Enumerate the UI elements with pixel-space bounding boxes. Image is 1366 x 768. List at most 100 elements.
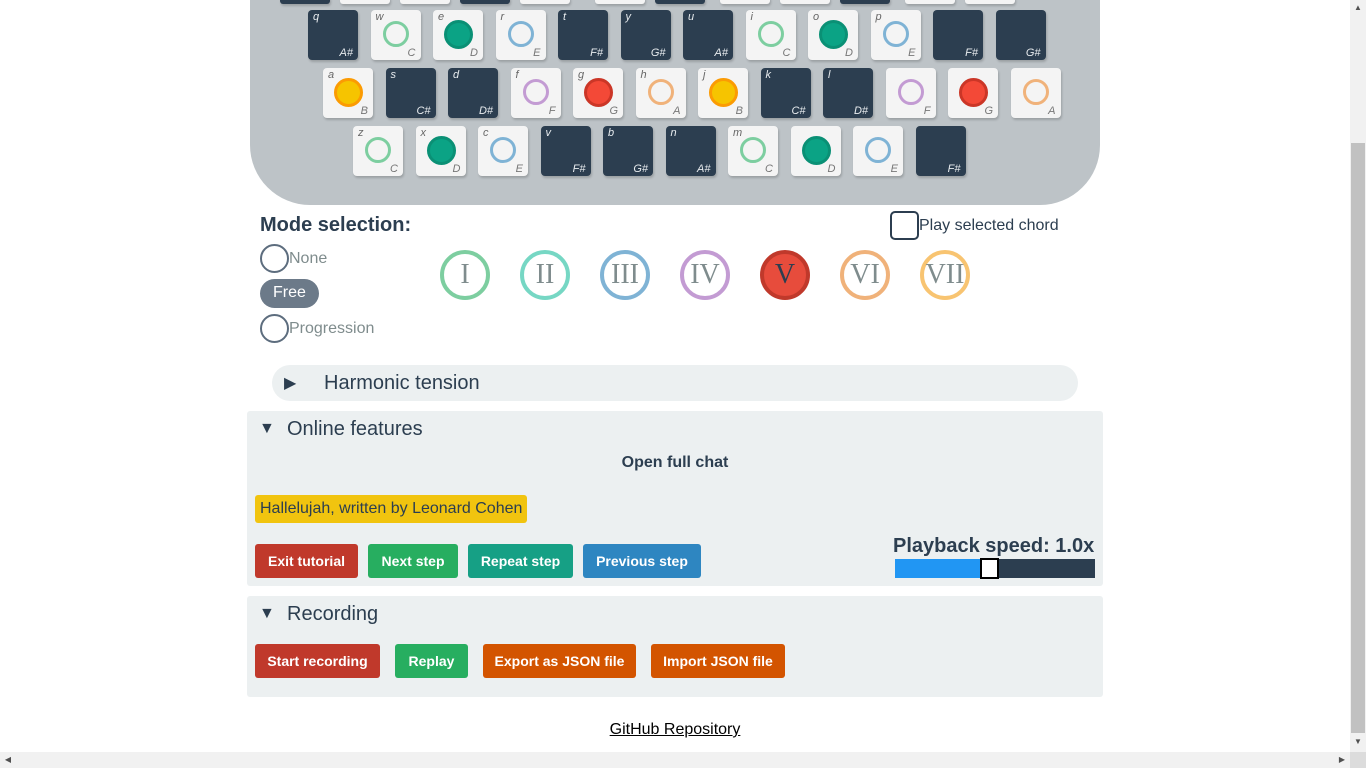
keyboard-key-partial[interactable] — [595, 0, 645, 4]
replay-button[interactable]: Replay — [395, 644, 468, 678]
scroll-right-arrow-icon[interactable]: ▶ — [1334, 752, 1350, 768]
keyboard-key[interactable]: F — [885, 68, 936, 118]
play-chord-checkbox[interactable] — [890, 211, 919, 240]
key-note: D# — [478, 105, 493, 117]
recording-toggle[interactable]: ▼ Recording — [247, 596, 378, 632]
song-badge[interactable]: Hallelujah, written by Leonard Cohen — [255, 495, 528, 523]
exit-tutorial-button[interactable]: Exit tutorial — [255, 544, 358, 578]
next-step-button[interactable]: Next step — [368, 544, 458, 578]
key-letter: m — [733, 127, 743, 139]
keyboard-key-partial[interactable] — [840, 0, 890, 4]
chord-note-dot-icon — [444, 20, 473, 49]
keyboard-key-partial[interactable] — [655, 0, 705, 4]
keyboard-key[interactable]: G — [948, 68, 998, 118]
horizontal-scrollbar[interactable] — [0, 752, 1350, 768]
harmonic-tension-toggle[interactable]: ▶ Harmonic tension — [272, 365, 1078, 401]
keyboard-key[interactable]: l D# — [823, 68, 873, 118]
keyboard-key[interactable]: pE — [870, 10, 921, 60]
keyboard-key-partial[interactable] — [720, 0, 770, 4]
radio-none[interactable] — [260, 244, 289, 273]
keyboard-key[interactable]: oD — [808, 10, 858, 60]
key-note: C# — [791, 105, 806, 117]
radio-progression[interactable] — [260, 314, 289, 343]
play-selected-chord-toggle[interactable]: Play selected chord — [890, 211, 1059, 240]
keyboard-key-partial[interactable] — [520, 0, 570, 4]
key-letter: i — [750, 11, 753, 23]
keyboard-key-partial[interactable] — [460, 0, 510, 4]
keyboard-key[interactable]: wC — [370, 10, 421, 60]
key-note: D — [827, 163, 836, 175]
keyboard-key[interactable]: q A# — [308, 10, 358, 60]
expand-triangle-icon: ▶ — [284, 375, 297, 392]
open-full-chat-link[interactable]: Open full chat — [247, 454, 1103, 472]
key-letter: y — [625, 11, 632, 23]
keyboard-key[interactable]: y G# — [620, 10, 671, 60]
github-repository-link[interactable]: GitHub Repository — [0, 721, 1350, 739]
keyboard-key[interactable]: zC — [353, 126, 403, 176]
keyboard-key-partial[interactable] — [340, 0, 390, 4]
degree-button-iv[interactable]: IV — [680, 250, 730, 300]
keyboard-key[interactable]: d D# — [448, 68, 498, 118]
keyboard-key[interactable]: cE — [478, 126, 528, 176]
degree-button-ii[interactable]: II — [520, 250, 570, 300]
scale-note-ring-icon — [882, 21, 909, 47]
mode-option-progression[interactable]: Progression — [260, 314, 374, 343]
degree-button-iii[interactable]: III — [600, 250, 650, 300]
keyboard-key[interactable]: rE — [495, 10, 546, 60]
keyboard-key[interactable]: fF — [510, 68, 561, 118]
previous-step-button[interactable]: Previous step — [583, 544, 701, 578]
collapse-triangle-icon: ▼ — [259, 420, 275, 437]
keyboard-key[interactable]: jB — [698, 68, 748, 118]
slider-thumb[interactable] — [980, 558, 999, 579]
playback-speed-slider[interactable] — [895, 558, 1095, 579]
start-recording-button[interactable]: Start recording — [255, 644, 380, 678]
keyboard-key[interactable]: v F# — [540, 126, 591, 176]
keyboard-key[interactable]: b G# — [603, 126, 653, 176]
degree-button-vi[interactable]: VI — [840, 250, 890, 300]
keyboard-key[interactable]: D — [790, 126, 841, 176]
chord-note-dot-icon — [959, 78, 988, 107]
key-letter: d — [453, 69, 460, 81]
mode-option-free[interactable]: Free — [260, 279, 319, 308]
scroll-up-arrow-icon[interactable]: ▲ — [1350, 0, 1366, 16]
keyboard-key-partial[interactable] — [280, 0, 330, 4]
keyboard-key-partial[interactable] — [400, 0, 450, 4]
degree-button-vii[interactable]: VII — [920, 250, 970, 300]
mode-option-none[interactable]: None — [260, 244, 327, 273]
keyboard-key[interactable]: u A# — [683, 10, 733, 60]
keyboard-key[interactable]: gG — [573, 68, 623, 118]
vertical-scrollbar-thumb[interactable] — [1351, 143, 1365, 733]
keyboard-key[interactable]: F# — [933, 10, 983, 60]
degree-button-v[interactable]: V — [760, 250, 810, 300]
scale-note-ring-icon — [647, 79, 674, 105]
mode-option-none-label: None — [289, 249, 328, 267]
repeat-step-button[interactable]: Repeat step — [468, 544, 573, 578]
keyboard-key[interactable]: hA — [635, 68, 686, 118]
keyboard-key[interactable]: G# — [995, 10, 1046, 60]
scale-note-ring-icon — [507, 21, 534, 47]
keyboard-key[interactable]: xD — [415, 126, 466, 176]
key-note: D# — [853, 105, 868, 117]
keyboard-key-partial[interactable] — [780, 0, 830, 4]
keyboard-key-partial[interactable] — [905, 0, 955, 4]
keyboard-key[interactable]: F# — [915, 126, 966, 176]
keyboard-key[interactable]: iC — [745, 10, 796, 60]
keyboard-key[interactable]: k C# — [760, 68, 811, 118]
keyboard-key[interactable]: eD — [433, 10, 483, 60]
scroll-down-arrow-icon[interactable]: ▼ — [1350, 734, 1366, 750]
online-features-toggle[interactable]: ▼ Online features — [247, 411, 423, 447]
keyboard-key-partial[interactable] — [965, 0, 1015, 4]
import-json-button[interactable]: Import JSON file — [651, 644, 785, 678]
degree-button-i[interactable]: I — [440, 250, 490, 300]
keyboard-key[interactable]: mC — [728, 126, 778, 176]
keyboard-key[interactable]: E — [853, 126, 903, 176]
key-letter: w — [375, 11, 384, 23]
keyboard-key[interactable]: n A# — [665, 126, 716, 176]
export-json-button[interactable]: Export as JSON file — [483, 644, 636, 678]
keyboard-key[interactable]: aB — [323, 68, 373, 118]
keyboard-key[interactable]: s C# — [385, 68, 436, 118]
keyboard-key[interactable]: t F# — [558, 10, 608, 60]
key-note: F# — [965, 47, 978, 59]
keyboard-key[interactable]: A — [1010, 68, 1061, 118]
scroll-left-arrow-icon[interactable]: ◀ — [0, 752, 16, 768]
